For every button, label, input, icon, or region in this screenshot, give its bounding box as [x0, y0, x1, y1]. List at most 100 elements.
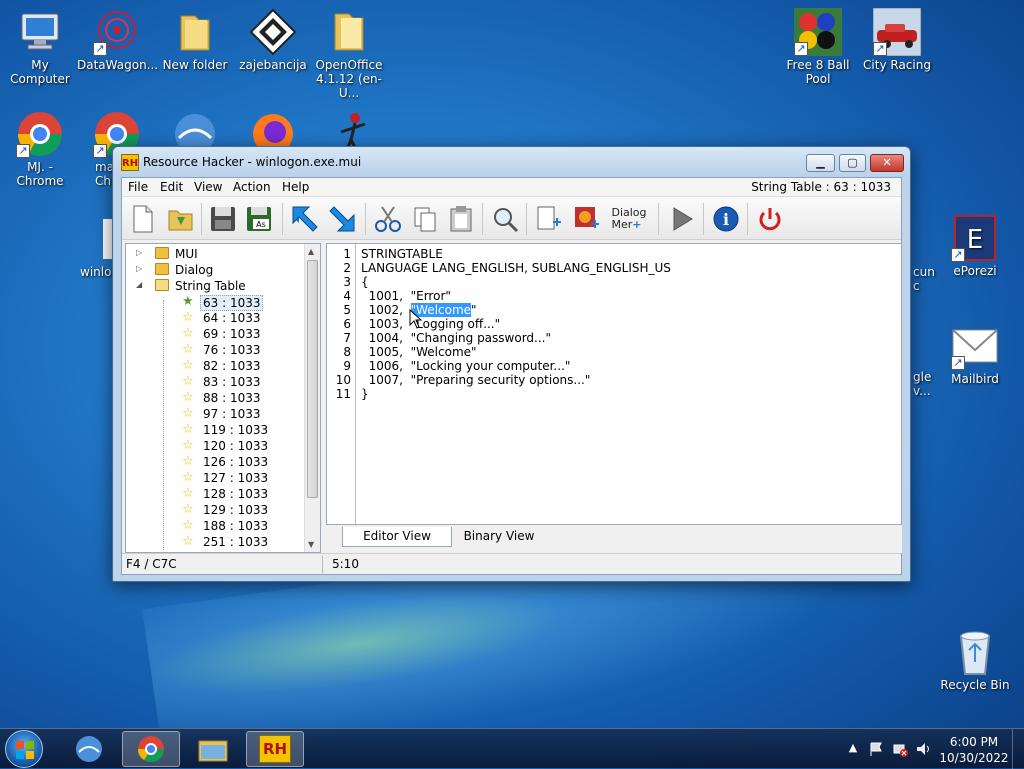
star-icon: ☆	[182, 326, 194, 341]
desktop-icon-free-8-ball-pool[interactable]: ↗ Free 8 Ball Pool	[778, 8, 858, 86]
tree-item-126[interactable]: ☆ 126 : 1033	[126, 454, 306, 470]
scroll-up-arrow-icon[interactable]: ▲	[308, 247, 314, 256]
open-file-button[interactable]	[164, 202, 198, 236]
star-icon: ☆	[182, 342, 194, 357]
desktop-icon-city-racing[interactable]: ↗ City Racing	[857, 7, 937, 72]
exit-button[interactable]	[753, 202, 787, 236]
show-hidden-icons-arrow-icon[interactable]: ▲	[845, 741, 861, 757]
svg-text:As: As	[256, 220, 266, 229]
forward-button[interactable]	[325, 202, 359, 236]
desktop-icon-datawagon[interactable]: ↗ DataWagon...	[77, 8, 158, 72]
scroll-thumb[interactable]	[307, 260, 318, 498]
volume-icon[interactable]	[915, 741, 931, 757]
desktop-icon-label: 4.1.12 (en-U...	[316, 72, 382, 100]
tree-item-129[interactable]: ☆ 129 : 1033	[126, 502, 306, 518]
desktop-icon-label: MJ. -	[27, 160, 53, 174]
menu-file[interactable]: File	[128, 180, 148, 194]
taskbar-explorer[interactable]	[184, 731, 242, 767]
desktop-icon-new-folder[interactable]: New folder	[155, 8, 235, 72]
maximize-button[interactable]: ▢	[839, 154, 866, 172]
tree-item-69[interactable]: ☆ 69 : 1033	[126, 326, 306, 342]
collapse-arrow-icon[interactable]: ◢	[136, 280, 145, 291]
compile-run-button[interactable]	[665, 202, 699, 236]
close-button[interactable]: ✕	[870, 154, 904, 172]
tab-editor-view[interactable]: Editor View	[342, 527, 452, 547]
desktop-icon-mj-chrome[interactable]: ↗ MJ. - Chrome	[0, 110, 80, 188]
desktop-icon-eporezi[interactable]: E ↗ ePorezi	[935, 214, 1015, 278]
desktop-icon-my-computer[interactable]: My Computer	[0, 8, 80, 86]
desktop-icon-zajebancija[interactable]: zajebancija	[233, 8, 313, 72]
tree-item-63[interactable]: ★ 63 : 1033	[126, 294, 306, 311]
code-line: 1006, "Locking your computer..."	[361, 359, 571, 373]
dialog-merge-button[interactable]: Dialog Mer+	[607, 202, 651, 236]
tree-item-188[interactable]: ☆ 188 : 1033	[126, 518, 306, 534]
add-image-button[interactable]	[570, 202, 604, 236]
paste-button[interactable]	[444, 202, 478, 236]
about-button[interactable]: i	[709, 202, 743, 236]
menu-edit[interactable]: Edit	[160, 180, 183, 194]
tree-scrollbar[interactable]: ▲ ▼	[304, 244, 320, 552]
desktop-icon-label: Mailbird	[951, 372, 999, 386]
tree-folder-string-table[interactable]: ◢ String Table	[126, 278, 306, 294]
title-bar[interactable]: RH Resource Hacker - winlogon.exe.mui ▁ …	[113, 147, 910, 177]
shortcut-arrow-icon: ↗	[951, 356, 965, 370]
tree-item-88[interactable]: ☆ 88 : 1033	[126, 390, 306, 406]
cut-button[interactable]	[371, 202, 405, 236]
tree-folder-dialog[interactable]: ▷ Dialog	[126, 262, 306, 278]
tree-item-97[interactable]: ☆ 97 : 1033	[126, 406, 306, 422]
taskbar-chrome[interactable]	[122, 731, 180, 767]
tree-folder-mui[interactable]: ▷ MUI	[126, 246, 306, 262]
shortcut-arrow-icon: ↗	[16, 144, 30, 158]
tree-item-251[interactable]: ☆ 251 : 1033	[126, 534, 306, 550]
star-icon: ☆	[182, 390, 194, 405]
add-resource-button[interactable]	[532, 202, 566, 236]
copy-icon	[414, 207, 436, 232]
app-logo-icon: RH	[259, 735, 291, 763]
taskbar-thunderbird[interactable]	[60, 731, 118, 767]
star-icon: ☆	[182, 358, 194, 373]
tree-item-120[interactable]: ☆ 120 : 1033	[126, 438, 306, 454]
tree-item-128[interactable]: ☆ 128 : 1033	[126, 486, 306, 502]
folder-icon	[155, 263, 169, 275]
new-file-button[interactable]	[126, 202, 160, 236]
find-button[interactable]	[488, 202, 522, 236]
desktop-icon-mailbird[interactable]: ↗ Mailbird	[935, 322, 1015, 386]
show-desktop-button[interactable]	[1012, 729, 1024, 769]
tree-item-119[interactable]: ☆ 119 : 1033	[126, 422, 306, 438]
star-icon: ☆	[182, 310, 194, 325]
network-disconnected-icon[interactable]	[892, 741, 908, 757]
copy-button[interactable]	[408, 202, 442, 236]
menu-view[interactable]: View	[194, 180, 222, 194]
system-clock[interactable]: 6:00 PM 10/30/2022	[936, 734, 1012, 766]
taskbar-resource-hacker[interactable]: RH	[246, 731, 304, 767]
minimize-button[interactable]: ▁	[806, 154, 835, 172]
code-line: }	[361, 387, 369, 401]
start-button[interactable]	[5, 730, 43, 768]
save-as-button[interactable]: As	[242, 202, 276, 236]
scroll-down-arrow-icon[interactable]: ▼	[308, 540, 314, 549]
back-button[interactable]	[288, 202, 322, 236]
expand-arrow-icon[interactable]: ▷	[136, 248, 145, 259]
resource-tree[interactable]: ▷ MUI ▷ Dialog ◢ String Table ★ 63 : 103…	[125, 243, 321, 553]
action-center-flag-icon[interactable]	[868, 741, 884, 757]
menu-action[interactable]: Action	[233, 180, 271, 194]
chrome-icon	[137, 736, 165, 763]
star-icon: ☆	[182, 422, 194, 437]
tree-item-64[interactable]: ☆ 64 : 1033	[126, 310, 306, 326]
desktop-icon-recycle-bin[interactable]: Recycle Bin	[935, 628, 1015, 692]
info-icon: i	[713, 206, 739, 232]
shortcut-arrow-icon: ↗	[873, 42, 887, 56]
desktop-icon-openoffice[interactable]: OpenOffice 4.1.12 (en-U...	[309, 8, 389, 100]
tab-binary-view[interactable]: Binary View	[454, 527, 544, 547]
script-editor[interactable]: 1 2 3 4 5 6 7 8 9 10 11 STRINGTABLE LANG…	[326, 243, 902, 525]
tree-item-76[interactable]: ☆ 76 : 1033	[126, 342, 306, 358]
tree-item-127[interactable]: ☆ 127 : 1033	[126, 470, 306, 486]
status-cursor-position: 5:10	[332, 557, 359, 571]
tree-item-83[interactable]: ☆ 83 : 1033	[126, 374, 306, 390]
tree-item-82[interactable]: ☆ 82 : 1033	[126, 358, 306, 374]
save-button[interactable]	[206, 202, 240, 236]
resource-hacker-window[interactable]: RH Resource Hacker - winlogon.exe.mui ▁ …	[112, 146, 911, 582]
expand-arrow-icon[interactable]: ▷	[136, 264, 145, 275]
star-icon: ☆	[182, 486, 194, 501]
menu-help[interactable]: Help	[282, 180, 309, 194]
